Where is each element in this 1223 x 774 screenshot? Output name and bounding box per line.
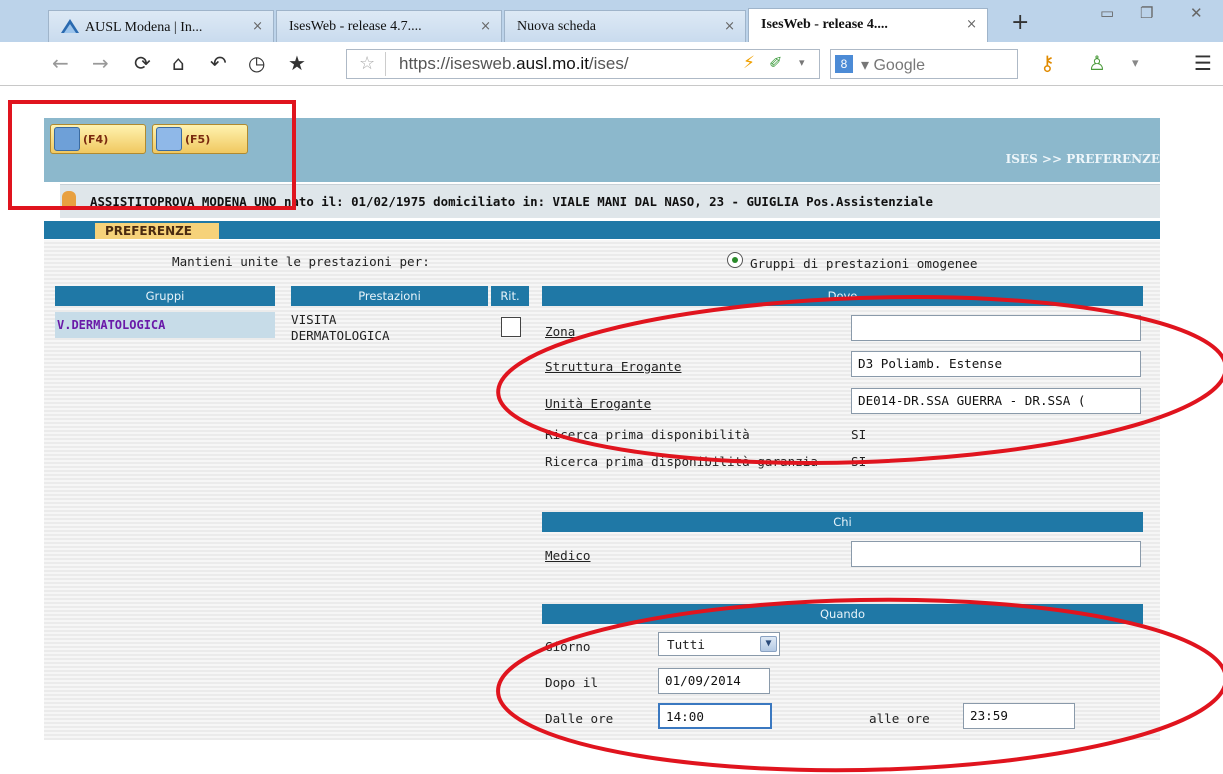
close-tab-icon[interactable]: × — [966, 17, 977, 32]
search-input[interactable]: ▾ Google — [861, 55, 925, 75]
patient-info-text: ASSISTITOPROVA MODENA UNO nato il: 01/02… — [90, 194, 933, 209]
search-placeholder: Google — [873, 57, 926, 74]
url-prefix: https://isesweb. — [399, 54, 517, 73]
tab-isesweb-1[interactable]: IsesWeb - release 4.7.... × — [276, 10, 502, 42]
gruppi-header: Gruppi — [55, 286, 275, 306]
tab-label: IsesWeb - release 4.7.... — [289, 19, 422, 34]
dove-header: Dove — [542, 286, 1143, 306]
search-box[interactable]: 8 ▾ Google — [830, 49, 1018, 79]
close-tab-icon[interactable]: × — [252, 19, 263, 34]
prestazione-line: VISITA — [291, 312, 337, 327]
alle-ore-input[interactable]: 23:59 — [963, 703, 1075, 729]
dropdown-icon[interactable]: ▾ — [799, 56, 805, 69]
prestazione-cell: VISITA DERMATOLOGICA — [291, 312, 390, 344]
undo-close-icon[interactable]: ↶ — [210, 51, 227, 75]
minimize-icon[interactable]: ▭ — [1100, 4, 1114, 22]
bookmarks-icon[interactable]: ★ — [288, 51, 306, 75]
browser-tab-bar: AUSL Modena | In... × IsesWeb - release … — [0, 0, 1223, 43]
rit-header: Rit. — [491, 286, 529, 306]
prima-garanzia-value: SI — [851, 454, 867, 469]
search-engine-icon[interactable]: 8 — [835, 55, 853, 73]
new-tab-button[interactable]: + — [1011, 10, 1029, 35]
reload-icon[interactable]: ⟳ — [134, 51, 151, 75]
tab-ausl-modena[interactable]: AUSL Modena | In... × — [48, 10, 274, 42]
tab-nuova-scheda[interactable]: Nuova scheda × — [504, 10, 746, 42]
struttura-erogante-input[interactable]: D3 Poliamb. Estense — [851, 351, 1141, 377]
tab-preferenze[interactable]: PREFERENZE — [95, 223, 219, 239]
giorno-selected-value: Tutti — [667, 637, 705, 652]
unita-erogante-link[interactable]: Unità Erogante — [545, 396, 651, 411]
breadcrumb: ISES >> PREFERENZE — [1005, 152, 1160, 166]
zona-link[interactable]: Zona — [545, 324, 575, 339]
rit-checkbox[interactable] — [501, 317, 521, 337]
forward-icon[interactable]: → — [92, 51, 109, 75]
grouping-option-label: Gruppi di prestazioni omogenee — [750, 256, 978, 271]
url-path: /ises/ — [588, 54, 629, 73]
tab-label: IsesWeb - release 4.... — [761, 17, 888, 32]
patient-icon — [62, 191, 76, 209]
patient-card-icon — [54, 127, 80, 151]
close-tab-icon[interactable]: × — [480, 19, 491, 34]
prima-garanzia-label: Ricerca prima disponibilità garanzia — [545, 454, 818, 469]
medico-input[interactable] — [851, 541, 1141, 567]
history-search-icon — [156, 127, 182, 151]
user-icon[interactable]: ♙ — [1088, 51, 1106, 75]
unita-erogante-input[interactable]: DE014-DR.SSA GUERRA - DR.SSA ( — [851, 388, 1141, 414]
ausl-logo-icon — [61, 19, 79, 33]
url-host: ausl.mo.it — [516, 54, 589, 73]
dalle-ore-input[interactable]: 14:00 — [658, 703, 772, 729]
zona-input[interactable] — [851, 315, 1141, 341]
browser-nav-bar: ← → ⟳ ⌂ ↶ ◷ ★ ☆ https://isesweb.ausl.mo.… — [0, 42, 1223, 86]
overflow-icon[interactable]: ▾ — [1132, 56, 1139, 71]
bookmark-star-icon[interactable]: ☆ — [359, 53, 375, 74]
divider — [385, 52, 386, 76]
home-icon[interactable]: ⌂ — [172, 51, 185, 75]
giorno-label: Giorno — [545, 639, 591, 654]
chi-header: Chi — [542, 512, 1143, 532]
giorno-select[interactable]: Tutti ▼ — [658, 632, 780, 656]
prestazione-line: DERMATOLOGICA — [291, 328, 390, 343]
back-icon[interactable]: ← — [52, 51, 69, 75]
history-icon[interactable]: ◷ — [248, 51, 265, 75]
lightning-icon[interactable]: ⚡ — [743, 53, 755, 73]
alle-ore-label: alle ore — [869, 711, 930, 726]
dopo-il-input[interactable]: 01/09/2014 — [658, 668, 770, 694]
close-tab-icon[interactable]: × — [724, 19, 735, 34]
prima-disponibilita-value: SI — [851, 427, 867, 442]
f5-label: (F5) — [185, 133, 211, 146]
close-window-icon[interactable]: ✕ — [1190, 4, 1203, 22]
tab-label: AUSL Modena | In... — [85, 20, 203, 35]
f4-button[interactable]: (F4) — [50, 124, 146, 154]
address-bar[interactable]: ☆ https://isesweb.ausl.mo.it/ises/ ⚡ ✐ ▾ — [346, 49, 820, 79]
menu-icon[interactable]: ☰ — [1194, 51, 1212, 75]
keep-together-label: Mantieni unite le prestazioni per: — [172, 254, 430, 269]
dalle-ore-label: Dalle ore — [545, 711, 614, 726]
prestazioni-header: Prestazioni — [291, 286, 488, 306]
group-item-dermatologica[interactable]: V.DERMATOLOGICA — [55, 312, 275, 338]
struttura-erogante-link[interactable]: Struttura Erogante — [545, 359, 681, 374]
quando-header: Quando — [542, 604, 1143, 624]
dopo-il-label: Dopo il — [545, 675, 599, 690]
restore-icon[interactable]: ❐ — [1140, 4, 1153, 22]
f4-label: (F4) — [83, 133, 109, 146]
prima-disponibilita-label: Ricerca prima disponibilità — [545, 427, 750, 442]
patient-info-bar: ASSISTITOPROVA MODENA UNO nato il: 01/02… — [60, 184, 1160, 218]
tab-isesweb-active[interactable]: IsesWeb - release 4.... × — [748, 8, 988, 43]
grouping-radio[interactable] — [727, 252, 743, 268]
plug-icon[interactable]: ✐ — [769, 53, 782, 72]
url-text: https://isesweb.ausl.mo.it/ises/ — [399, 54, 629, 74]
key-icon[interactable]: ⚷ — [1040, 51, 1055, 75]
medico-link[interactable]: Medico — [545, 548, 591, 563]
chevron-down-icon[interactable]: ▼ — [760, 636, 777, 652]
f5-button[interactable]: (F5) — [152, 124, 248, 154]
tab-label: Nuova scheda — [517, 19, 596, 34]
